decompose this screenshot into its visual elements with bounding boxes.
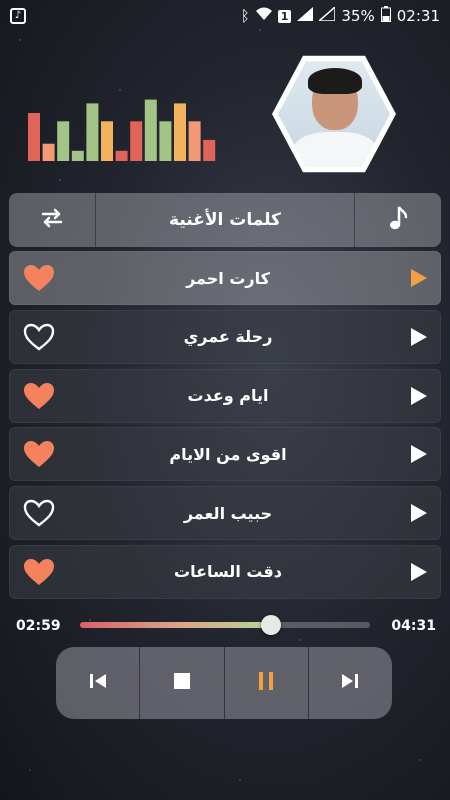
song-title: دقت الساعات: [174, 562, 282, 582]
next-button[interactable]: [309, 647, 392, 719]
pause-button[interactable]: [225, 647, 309, 719]
seek-bar[interactable]: [80, 615, 370, 635]
equalizer-bar: [28, 113, 40, 161]
equalizer-bar: [144, 99, 157, 161]
stop-button[interactable]: [140, 647, 225, 719]
next-icon: [341, 672, 359, 694]
equalizer-bar: [174, 103, 186, 161]
artist-photo: [278, 61, 390, 167]
equalizer-bar: [42, 143, 55, 161]
sim-slot-badge: 1: [277, 9, 292, 23]
song-title: ايام وعدت: [187, 386, 269, 406]
seek-bar-fill: [80, 622, 272, 628]
song-row[interactable]: ايام وعدت: [9, 368, 441, 423]
heart-filled-icon[interactable]: [22, 557, 56, 587]
signal-icon: [297, 7, 314, 25]
play-icon[interactable]: [400, 268, 428, 288]
song-title: رحلة عمري: [183, 327, 273, 347]
heart-filled-icon[interactable]: [22, 263, 56, 293]
equalizer-bar: [71, 150, 84, 161]
song-row[interactable]: اقوى من الايام: [9, 427, 441, 482]
previous-icon: [89, 672, 107, 694]
equalizer-bar: [86, 103, 99, 161]
song-list: كارت احمر رحلة عمري ايام وعدت اقوى من الايا…: [9, 251, 441, 604]
play-icon[interactable]: [400, 562, 428, 582]
equalizer-bar: [130, 121, 143, 161]
elapsed-time: 02:59: [16, 618, 61, 634]
song-title: كارت احمر: [186, 268, 270, 288]
pause-icon: [257, 671, 275, 695]
play-icon[interactable]: [400, 386, 428, 406]
seek-thumb[interactable]: [261, 615, 282, 635]
song-row[interactable]: دقت الساعات: [9, 544, 441, 599]
equalizer-bar: [57, 121, 70, 161]
play-icon[interactable]: [400, 503, 428, 523]
equalizer-bar: [101, 121, 113, 161]
app-notification-icon: ♪: [10, 8, 26, 24]
duration-time: 04:31: [391, 618, 436, 634]
song-row[interactable]: حبيب العمر: [9, 486, 441, 541]
stop-icon: [173, 673, 190, 693]
status-bar: ♪ ᛒ 1 35% 02:31: [0, 0, 450, 32]
play-icon[interactable]: [400, 327, 428, 347]
equalizer-bar: [188, 121, 201, 161]
equalizer-bar: [159, 121, 172, 161]
wifi-icon: [255, 7, 272, 25]
clock: 02:31: [396, 7, 440, 25]
equalizer-bar: [203, 139, 216, 161]
equalizer-bar: [115, 150, 128, 161]
heart-filled-icon[interactable]: [22, 381, 56, 411]
heart-outline-icon[interactable]: [22, 498, 56, 528]
signal-icon-2: [317, 5, 337, 25]
equalizer-visualizer: [28, 99, 216, 161]
music-button[interactable]: [355, 193, 441, 247]
repeat-button[interactable]: [9, 193, 95, 247]
play-icon[interactable]: [400, 444, 428, 464]
toolbar: كلمات الأغنية: [9, 193, 441, 247]
bluetooth-icon: ᛒ: [240, 7, 250, 25]
song-row[interactable]: كارت احمر: [9, 251, 441, 305]
song-title: اقوى من الايام: [169, 444, 287, 464]
playback-controls: [56, 647, 392, 719]
battery-icon: [380, 6, 391, 26]
heart-outline-icon[interactable]: [22, 322, 56, 352]
repeat-icon: [40, 207, 64, 233]
previous-button[interactable]: [56, 647, 141, 719]
lyrics-title[interactable]: كلمات الأغنية: [95, 193, 355, 247]
battery-percent: 35%: [341, 7, 375, 25]
heart-filled-icon[interactable]: [22, 439, 56, 469]
song-title: حبيب العمر: [183, 503, 273, 523]
song-row[interactable]: رحلة عمري: [9, 309, 441, 364]
artist-avatar: [272, 52, 396, 176]
music-note-icon: [388, 205, 408, 235]
